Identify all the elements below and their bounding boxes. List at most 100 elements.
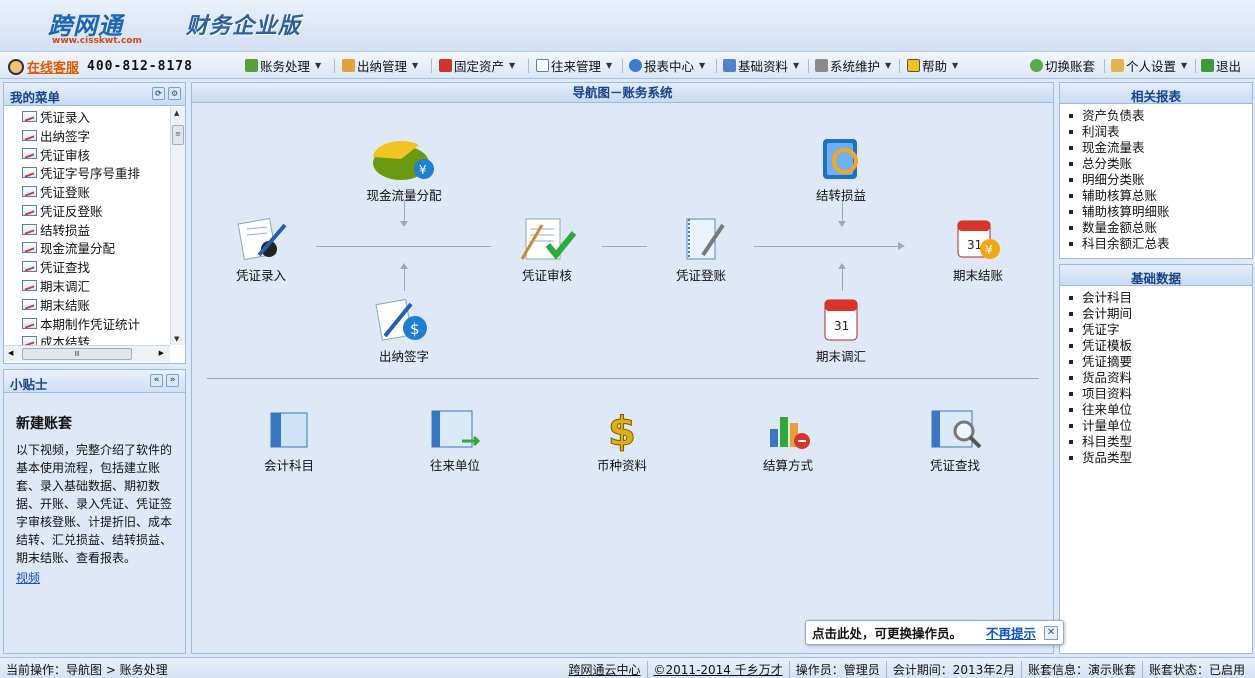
- list-item-link[interactable]: 辅助核算总账: [1069, 188, 1252, 204]
- prev-icon[interactable]: «: [150, 374, 163, 387]
- video-link[interactable]: 视频: [16, 569, 173, 586]
- voucher-review-node[interactable]: 凭证审核: [492, 215, 602, 284]
- voucher-post-node[interactable]: 凭证登账: [646, 215, 756, 284]
- cloud-center-link[interactable]: 跨网通云中心: [563, 661, 647, 678]
- sidebar-menu-item[interactable]: 出纳签字: [4, 126, 170, 145]
- sidebar-menu-item[interactable]: 凭证登账: [4, 182, 170, 201]
- list-item-link[interactable]: 科目类型: [1069, 434, 1252, 450]
- scroll-left-icon[interactable]: ◀: [8, 349, 13, 357]
- node-label: 凭证查找: [929, 458, 980, 473]
- list-item-link[interactable]: 会计期间: [1069, 306, 1252, 322]
- list-item-link[interactable]: 现金流量表: [1069, 140, 1252, 156]
- copyright-link[interactable]: ©2011-2014 千乡万才: [646, 661, 789, 678]
- list-item-link[interactable]: 往来单位: [1069, 402, 1252, 418]
- basic-data-list: 会计科目 会计期间 凭证字 凭证模板 凭证摘要 货品资料 项目资料 往来单位 计量单位 科目类型货…: [1060, 286, 1252, 466]
- settings-icon[interactable]: ⚙: [168, 87, 181, 100]
- currency-data-node[interactable]: $ 币种资料: [567, 405, 677, 474]
- list-item-link[interactable]: 凭证模板: [1069, 338, 1252, 354]
- list-item-link[interactable]: 利润表: [1069, 124, 1252, 140]
- sidebar-menu-item[interactable]: 现金流量分配: [4, 239, 170, 258]
- exchange-adjust-node[interactable]: 31 期末调汇: [786, 296, 896, 365]
- horizontal-scrollbar[interactable]: ◀ Ⅲ ▶: [4, 345, 170, 362]
- sidebar-menu-item[interactable]: 期末调汇: [4, 276, 170, 295]
- list-item-link[interactable]: 明细分类账: [1069, 172, 1252, 188]
- list-item-link[interactable]: 货品资料: [1069, 370, 1252, 386]
- list-item-link[interactable]: 数量金额总账: [1069, 220, 1252, 236]
- next-icon[interactable]: »: [166, 374, 179, 387]
- sidebar-menu-item[interactable]: 凭证反登账: [4, 201, 170, 220]
- voucher-entry-node[interactable]: 凭证录入: [206, 215, 316, 284]
- sidebar-menu-item[interactable]: 凭证查找: [4, 257, 170, 276]
- menu-system-maintenance[interactable]: 系统维护 ▼: [815, 56, 891, 75]
- menu-label: 基础资料: [738, 59, 789, 74]
- list-item-link[interactable]: 科目余额汇总表: [1069, 236, 1252, 252]
- list-item-link[interactable]: 凭证摘要: [1069, 354, 1252, 370]
- menu-ledger[interactable]: 账务处理 ▼: [245, 56, 321, 75]
- online-service-link[interactable]: 在线客服: [27, 57, 79, 76]
- sidebar-menu-item-label: 凭证录入: [40, 109, 91, 125]
- list-item-link[interactable]: 辅助核算明细账: [1069, 204, 1252, 220]
- calendar-icon: 31: [824, 299, 858, 341]
- cashflow-allocation-node[interactable]: ¥ 现金流量分配: [349, 135, 459, 204]
- sidebar-menu-item[interactable]: 凭证录入: [4, 107, 170, 126]
- list-item-link[interactable]: 会计科目: [1069, 290, 1252, 306]
- scroll-thumb[interactable]: ≡: [172, 125, 184, 145]
- voucher-search-node[interactable]: 凭证查找: [900, 405, 1010, 474]
- chevron-down-icon: ▼: [315, 61, 322, 70]
- contacts-icon: [536, 59, 549, 72]
- online-service[interactable]: 在线客服 400-812-8178: [8, 57, 193, 76]
- cashier-sign-node[interactable]: $ 出纳签字: [349, 296, 459, 365]
- node-label: 期末调汇: [815, 349, 866, 364]
- switch-account-button[interactable]: 切换账套: [1030, 56, 1095, 75]
- list-item-link[interactable]: 项目资料: [1069, 386, 1252, 402]
- vertical-scrollbar[interactable]: ▲ ≡ ▼: [170, 107, 185, 345]
- menu-report-center[interactable]: 报表中心 ▼: [629, 56, 705, 75]
- list-item-link[interactable]: 资产负债表: [1069, 108, 1252, 124]
- list-item-link[interactable]: 凭证字: [1069, 322, 1252, 338]
- sidebar-menu-item[interactable]: 凭证字号序号重排: [4, 163, 170, 182]
- menu-cashier[interactable]: 出纳管理 ▼: [342, 56, 418, 75]
- menu-contacts[interactable]: 往来管理 ▼: [536, 56, 612, 75]
- personal-settings-menu[interactable]: 个人设置 ▼: [1111, 56, 1187, 75]
- chevron-down-icon: ▼: [509, 61, 516, 70]
- list-item-link[interactable]: 总分类账: [1069, 156, 1252, 172]
- list-item-link[interactable]: 计量单位: [1069, 418, 1252, 434]
- sidebar-menu-item-label: 现金流量分配: [40, 241, 116, 257]
- main-toolbar: 在线客服 400-812-8178 账务处理 ▼ 出纳管理 ▼ 固定资产 ▼ 往来管理…: [0, 52, 1255, 79]
- dollar-sign-icon: $: [608, 409, 637, 454]
- period-close-node[interactable]: 31 ¥ 期末结账: [923, 215, 1033, 284]
- profit-transfer-node[interactable]: 结转损益: [786, 135, 896, 204]
- sidebar-menu-item[interactable]: 凭证审核: [4, 145, 170, 164]
- chevron-down-icon: ▼: [952, 61, 959, 70]
- document-chart-icon: [22, 242, 37, 254]
- scroll-thumb[interactable]: Ⅲ: [22, 348, 132, 360]
- menu-help[interactable]: 帮助 ▼: [907, 56, 958, 75]
- sidebar-menu-item[interactable]: 结转损益: [4, 220, 170, 239]
- close-icon[interactable]: ✕: [1044, 625, 1059, 640]
- scroll-down-icon[interactable]: ▼: [174, 335, 179, 343]
- menu-fixed-assets[interactable]: 固定资产 ▼: [439, 56, 515, 75]
- sidebar-menu-item-label: 凭证反登账: [40, 203, 103, 219]
- scroll-up-icon[interactable]: ▲: [174, 109, 179, 117]
- settlement-method-node[interactable]: 结算方式: [733, 405, 843, 474]
- sidebar-menu-item[interactable]: 期末结账: [4, 295, 170, 314]
- sidebar-menu-item-label: 期末调汇: [40, 279, 91, 295]
- document-chart-icon: [22, 167, 37, 179]
- menu-label: 系统维护: [830, 59, 881, 74]
- refresh-icon[interactable]: ⟳: [152, 87, 165, 100]
- operator-popup[interactable]: 点击此处，可更换操作员。 不再提示 ✕: [805, 620, 1064, 645]
- menu-basic-data[interactable]: 基础资料 ▼: [723, 56, 799, 75]
- list-item-link[interactable]: 货品类型: [1069, 450, 1252, 466]
- sidebar-menu-item[interactable]: 成本结转: [4, 333, 170, 345]
- related-reports-title: 相关报表: [1060, 83, 1252, 104]
- node-label: 往来单位: [429, 458, 480, 473]
- scroll-right-icon[interactable]: ▶: [159, 349, 164, 357]
- popup-text[interactable]: 点击此处，可更换操作员。: [812, 623, 962, 642]
- contact-units-node[interactable]: 往来单位: [400, 405, 510, 474]
- dont-remind-link[interactable]: 不再提示: [986, 623, 1036, 642]
- account-subjects-node[interactable]: 会计科目: [234, 405, 344, 474]
- sidebar-menu-item[interactable]: 本期制作凭证统计: [4, 314, 170, 333]
- transfer-icon: [823, 139, 858, 179]
- chevron-down-icon: ▼: [699, 61, 706, 70]
- logout-button[interactable]: 退出: [1201, 56, 1241, 75]
